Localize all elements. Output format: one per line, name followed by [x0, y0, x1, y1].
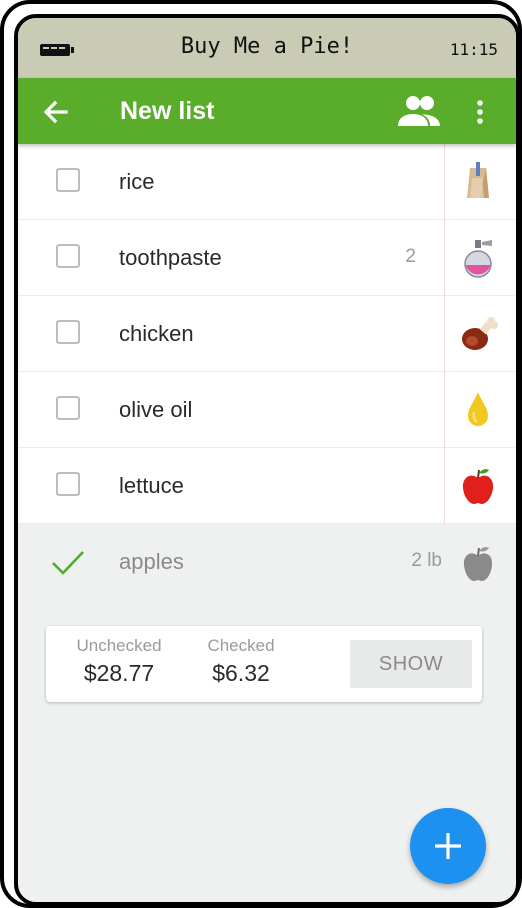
checked-item-quantity: 2 lb [411, 550, 442, 571]
item-name: lettuce [119, 473, 184, 498]
item-checkbox[interactable] [56, 396, 80, 420]
list-item[interactable]: chicken [18, 296, 516, 372]
category-divider [444, 448, 445, 524]
unchecked-items-list: rice toothpaste 2 chicken olive oil lett… [18, 144, 516, 524]
cosmetics-bottle-icon[interactable] [456, 234, 500, 282]
unchecked-total: Unchecked $28.77 [74, 636, 164, 687]
arrow-back-icon [43, 100, 68, 124]
item-quantity: 2 [405, 246, 416, 267]
more-vert-icon [477, 100, 483, 124]
oil-drop-icon[interactable] [456, 386, 500, 434]
grey-apple-icon[interactable] [458, 540, 498, 586]
list-item[interactable]: rice [18, 144, 516, 220]
checked-item-name: apples [119, 549, 184, 574]
item-name: toothpaste [119, 245, 222, 270]
item-name: rice [119, 169, 155, 194]
status-app-name: Buy Me a Pie! [180, 34, 354, 59]
list-item[interactable]: lettuce [18, 448, 516, 524]
back-button[interactable] [36, 92, 76, 132]
status-bar: Buy Me a Pie! 11:15 [18, 18, 516, 78]
unchecked-total-value: $28.77 [83, 660, 155, 686]
more-options-button[interactable] [468, 92, 492, 132]
app-bar: New list [18, 78, 516, 144]
red-apple-icon[interactable] [456, 462, 500, 510]
category-divider [444, 220, 445, 296]
category-divider [444, 144, 445, 220]
paper-bag-icon[interactable] [456, 158, 500, 206]
add-item-button[interactable] [410, 808, 486, 884]
device-frame: Buy Me a Pie! 11:15 New list rice toothp… [0, 0, 522, 908]
checked-total-value: $6.32 [212, 660, 270, 686]
show-button[interactable]: SHOW [350, 640, 472, 688]
item-checkbox[interactable] [56, 320, 80, 344]
checked-list-item[interactable]: apples 2 lb [18, 526, 516, 602]
unchecked-total-label: Unchecked [76, 636, 162, 655]
list-item[interactable]: olive oil [18, 372, 516, 448]
ham-leg-icon[interactable] [456, 310, 500, 358]
item-checkbox[interactable] [56, 244, 80, 268]
item-name: chicken [119, 321, 194, 346]
plus-icon [435, 833, 461, 859]
device-screen: Buy Me a Pie! 11:15 New list rice toothp… [14, 14, 520, 906]
totals-summary-card: Unchecked $28.77 Checked $6.32 SHOW [46, 626, 482, 702]
list-item[interactable]: toothpaste 2 [18, 220, 516, 296]
category-divider [444, 372, 445, 448]
item-checkbox[interactable] [56, 472, 80, 496]
page-title: New list [120, 97, 215, 125]
share-list-button[interactable] [396, 90, 442, 130]
category-divider [444, 296, 445, 372]
status-time: 11:15 [449, 40, 498, 59]
checked-total: Checked $6.32 [204, 636, 278, 687]
checkmark-icon[interactable] [50, 548, 86, 578]
item-checkbox[interactable] [56, 168, 80, 192]
item-name: olive oil [119, 397, 193, 422]
checked-total-label: Checked [207, 636, 275, 655]
people-icon [398, 96, 440, 126]
